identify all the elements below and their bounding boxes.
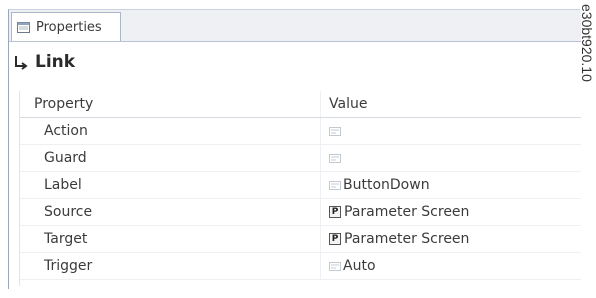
property-value[interactable] [320, 118, 582, 144]
parameter-screen-icon: P [329, 233, 341, 245]
property-value[interactable]: P Parameter Screen [320, 199, 582, 225]
tab-label: Properties [36, 19, 102, 35]
property-row-target[interactable]: Target P Parameter Screen [20, 226, 581, 253]
property-row-action[interactable]: Action [20, 118, 581, 145]
property-row-label[interactable]: Label ButtonDown [20, 172, 581, 199]
selection-title: Link [35, 52, 76, 72]
property-row-source[interactable]: Source P Parameter Screen [20, 199, 581, 226]
property-name: Label [44, 177, 82, 193]
property-value[interactable]: P Parameter Screen [320, 226, 582, 252]
selection-header: Link [9, 42, 581, 82]
properties-panel: Properties Link Property Value Action Gu… [8, 9, 581, 289]
property-name: Trigger [44, 258, 93, 274]
grid-header-row: Property Value [20, 91, 581, 118]
property-value[interactable]: ButtonDown [320, 172, 582, 198]
parameter-screen-icon: P [329, 206, 341, 218]
column-header-property: Property [34, 96, 94, 112]
property-name: Target [44, 231, 88, 247]
property-row-trigger[interactable]: Trigger Auto [20, 253, 581, 280]
property-name: Source [44, 204, 93, 220]
tab-strip: Properties [9, 10, 581, 42]
text-value-icon [329, 126, 341, 136]
tab-properties[interactable]: Properties [11, 12, 121, 41]
properties-window-icon [17, 21, 30, 33]
property-row-guard[interactable]: Guard [20, 145, 581, 172]
property-value[interactable]: Auto [320, 253, 582, 279]
property-name: Action [44, 123, 88, 139]
property-grid: Property Value Action Guard Label Button… [19, 91, 581, 286]
column-header-value: Value [320, 91, 582, 117]
text-value-icon [329, 180, 341, 190]
link-arrow-icon [15, 56, 28, 70]
property-value[interactable] [320, 145, 582, 171]
text-value-icon [329, 261, 341, 271]
figure-id-watermark: e30bt920.10 [579, 4, 595, 82]
text-value-icon [329, 153, 341, 163]
property-name: Guard [44, 150, 87, 166]
